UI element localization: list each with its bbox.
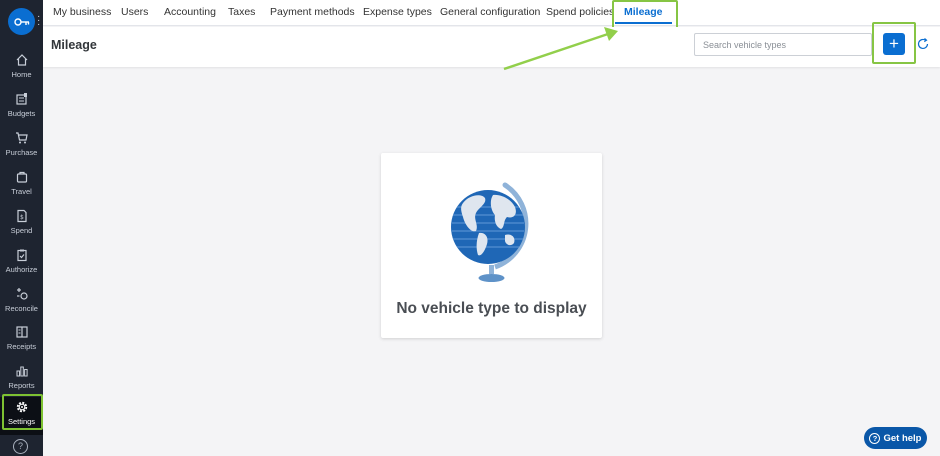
page-header: Mileage + [43, 22, 940, 67]
sidebar-item-label: Reconcile [5, 304, 38, 313]
sidebar-item-label: Receipts [6, 342, 37, 351]
tab-mileage[interactable]: Mileage [615, 0, 671, 26]
sidebar-item-label: Budgets [7, 109, 36, 118]
tab-expense-types[interactable]: Expense types [363, 0, 432, 26]
help-icon[interactable]: ? [13, 439, 28, 454]
page-title: Mileage [51, 38, 97, 52]
gear-icon [16, 401, 27, 413]
sidebar-item-receipts[interactable]: Receipts [0, 322, 43, 360]
tab-spend-policies[interactable]: Spend policies [546, 0, 614, 26]
key-icon [13, 17, 29, 26]
clipboard-icon [16, 249, 27, 262]
sidebar-item-budgets[interactable]: Budgets [0, 89, 43, 127]
empty-state-card: No vehicle type to display [381, 153, 602, 338]
sidebar-item-travel[interactable]: Travel [0, 167, 43, 205]
sidebar-item-reconcile[interactable]: Reconcile [0, 284, 43, 322]
sidebar-item-label: Spend [10, 226, 33, 235]
tab-accounting[interactable]: Accounting [164, 0, 216, 26]
empty-state-message: No vehicle type to display [396, 300, 587, 317]
sidebar-item-home[interactable]: Home [0, 50, 43, 88]
sidebar-item-label: Reports [8, 381, 35, 390]
more-dots-icon[interactable]: · · · [37, 12, 40, 30]
reconcile-icon [16, 288, 28, 300]
bar-chart-icon [16, 366, 28, 377]
get-help-button[interactable]: ? Get help [864, 427, 927, 449]
sidebar-item-spend[interactable]: $ Spend [0, 206, 43, 244]
sidebar-item-label: Home [11, 70, 32, 79]
settings-tabbar: My business Users Accounting Taxes Payme… [43, 0, 940, 26]
tab-general-configuration[interactable]: General configuration [440, 0, 540, 26]
tab-taxes[interactable]: Taxes [228, 0, 255, 26]
receipts-icon [15, 326, 28, 338]
tab-my-business[interactable]: My business [53, 0, 111, 26]
search-input[interactable] [694, 33, 872, 56]
sidebar-item-purchase[interactable]: Purchase [0, 128, 43, 166]
svg-text:$: $ [20, 214, 24, 221]
sidebar: · · · Home Budgets Purchase Travel $ Spend… [0, 0, 43, 456]
sidebar-item-label: Authorize [5, 265, 38, 274]
add-vehicle-type-button[interactable]: + [883, 33, 905, 55]
help-question-icon: ? [869, 432, 881, 444]
sidebar-item-label: Purchase [5, 148, 38, 157]
sidebar-item-authorize[interactable]: Authorize [0, 245, 43, 283]
tab-payment-methods[interactable]: Payment methods [270, 0, 355, 26]
sidebar-item-label: Settings [7, 417, 36, 426]
app-logo[interactable] [8, 8, 35, 35]
refresh-icon[interactable] [916, 37, 930, 51]
get-help-label: Get help [883, 432, 922, 444]
cart-icon [15, 132, 28, 144]
budgets-icon [15, 93, 27, 105]
home-icon [16, 54, 27, 66]
receipt-icon: $ [16, 209, 27, 223]
suitcase-icon [16, 171, 27, 183]
tab-users[interactable]: Users [121, 0, 148, 26]
sidebar-item-reports[interactable]: Reports [0, 361, 43, 399]
sidebar-item-label: Travel [11, 187, 32, 196]
annotation-arrow-icon [503, 27, 618, 71]
globe-icon [451, 182, 529, 282]
sidebar-item-settings[interactable]: Settings [0, 397, 43, 435]
